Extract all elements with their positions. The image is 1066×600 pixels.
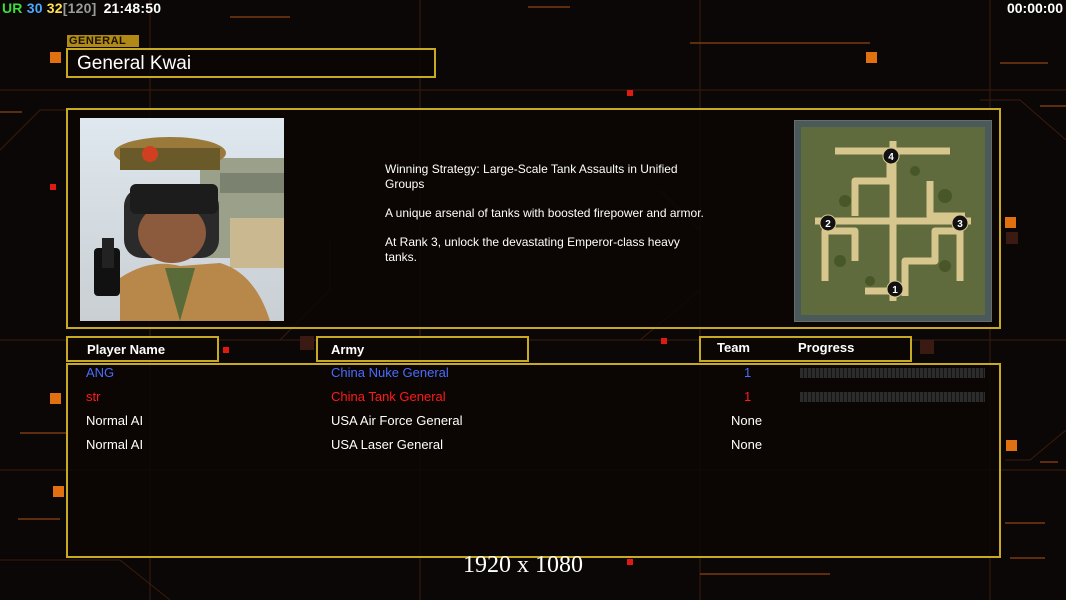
column-header-team-progress: Team Progress [699, 336, 912, 362]
general-tag: GENERAL [67, 35, 139, 47]
player-name: ANG [86, 365, 115, 380]
player-name: Normal AI [86, 437, 144, 452]
player-team: 1 [744, 365, 752, 380]
player-name-header: Player Name [87, 342, 166, 357]
unit-cap: [120] [62, 0, 97, 16]
player-team: None [731, 437, 763, 452]
start-position-4: 4 [888, 152, 894, 163]
general-name: General Kwai [66, 48, 436, 78]
hud-stats: UR 30 32[120] 21:48:50 [2, 0, 161, 18]
general-portrait [80, 118, 284, 321]
map-preview[interactable]: 4 2 3 1 [794, 120, 992, 322]
clock: 21:48:50 [103, 0, 162, 16]
team-header: Team [717, 340, 750, 355]
player-army: China Tank General [331, 389, 446, 404]
player-progress-bar [800, 392, 985, 402]
player-army: USA Laser General [331, 437, 444, 452]
player-army: China Nuke General [331, 365, 449, 380]
player-progress-bar [800, 368, 985, 378]
progress-header: Progress [798, 340, 855, 355]
strategy-text: Winning Strategy: Large-Scale Tank Assau… [385, 162, 715, 279]
player-name: Normal AI [86, 413, 144, 428]
player-team: None [731, 413, 763, 428]
strategy-line: A unique arsenal of tanks with boosted f… [385, 205, 704, 220]
start-position-1: 1 [892, 285, 898, 296]
column-header-army: Army [316, 336, 529, 362]
player-army: USA Air Force General [331, 413, 463, 428]
army-header: Army [331, 342, 365, 357]
resolution-label: 1920 x 1080 [463, 552, 583, 578]
ur-label: UR [2, 0, 23, 16]
unit-count: 32 [46, 0, 63, 16]
player-name: str [86, 389, 101, 404]
strategy-line: At Rank 3, unlock the devastating Empero… [385, 234, 680, 264]
player-team: 1 [744, 389, 752, 404]
column-header-player: Player Name [66, 336, 219, 362]
game-timer: 00:00:00 [1006, 0, 1063, 16]
strategy-line: Winning Strategy: Large-Scale Tank Assau… [385, 162, 678, 191]
start-position-3: 3 [957, 219, 963, 230]
ur-value: 30 [26, 0, 43, 16]
start-position-2: 2 [825, 219, 831, 230]
